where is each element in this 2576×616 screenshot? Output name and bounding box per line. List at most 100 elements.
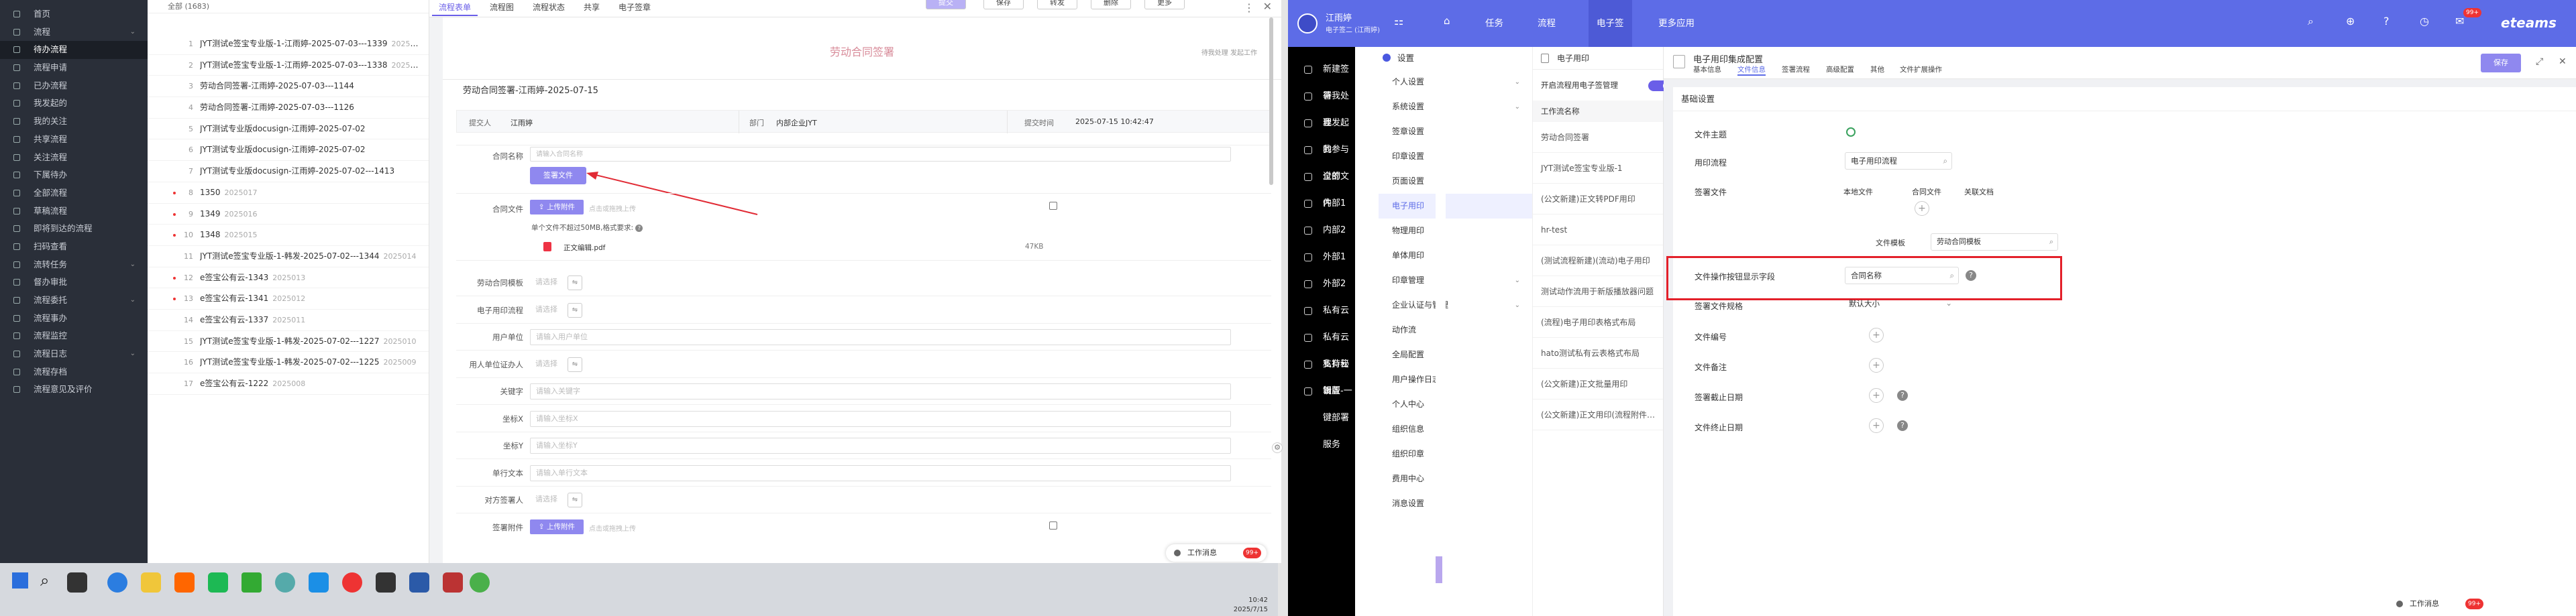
list-item[interactable]: 14 e签宝公有云-1337 2025011 [148, 310, 429, 331]
field-input[interactable]: 请输入用户单位 [530, 329, 1231, 345]
field-input[interactable]: 请输入坐标X [530, 410, 1231, 427]
field-input[interactable]: 请选择 [530, 492, 570, 508]
app-icon-1[interactable] [67, 572, 87, 593]
list-item[interactable]: 6 JYT测试专业版docusign-江雨婷-2025-07-02 [148, 139, 429, 162]
esign-menu-item[interactable]: 设置 [1288, 378, 1355, 405]
workflow-item[interactable]: (公文新建)正文批量用印 [1533, 369, 1663, 399]
form-tab[interactable]: 流程图 [483, 0, 521, 15]
collapse-handle[interactable] [1436, 556, 1442, 583]
settings-menu-item[interactable]: 印章管理 ⌄ [1379, 268, 1532, 293]
app-icon-orange[interactable] [174, 572, 195, 593]
nav-item[interactable]: 流程 ⌄ [0, 23, 148, 42]
settings-menu-item[interactable]: 单体用印 [1379, 243, 1532, 268]
add-button[interactable]: + [1869, 328, 1884, 343]
header-nav-item[interactable]: 流程 [1529, 0, 1564, 47]
esign-menu-item[interactable]: 内部2 [1288, 217, 1355, 244]
settings-float-icon[interactable]: ⚙ [1272, 442, 1283, 453]
nav-item[interactable]: 督办审批 [0, 273, 148, 292]
field-input[interactable]: 请选择 [530, 356, 570, 373]
app-icon-blue[interactable] [309, 572, 329, 593]
config-tab[interactable]: 签署流程 [1782, 64, 1810, 74]
nav-item[interactable]: 流程监控 [0, 327, 148, 345]
settings-menu-item[interactable]: 用户操作日志 [1379, 367, 1532, 392]
row-title[interactable]: e签宝公有云-1341 2025012 [200, 288, 422, 310]
attached-file-name[interactable]: 正文编辑.pdf [564, 243, 605, 253]
app-icon-dark-red[interactable] [443, 572, 463, 593]
row-title[interactable]: JYT测试专业版docusign-江雨婷-2025-07-02 [200, 139, 422, 161]
help-icon[interactable]: ? [1966, 270, 1976, 281]
form-tab[interactable]: 流程状态 [526, 0, 572, 15]
list-item[interactable]: 2 JYT测试e签宝专业版-1-江雨婷-2025-07-03---1338 2025… [148, 55, 429, 76]
save-button[interactable]: 保存 [2481, 54, 2521, 72]
row-title[interactable]: JYT测试专业版docusign-江雨婷-2025-07-02---1413 [200, 161, 422, 182]
list-item[interactable]: 10 1348 2025015 [148, 225, 429, 246]
work-message-button[interactable]: 工作消息 99+ [1166, 544, 1267, 562]
browse-icon[interactable]: ⇋ [568, 275, 582, 290]
browse-icon[interactable]: ⇋ [568, 357, 582, 372]
folder-icon[interactable] [141, 572, 161, 593]
settings-menu-item[interactable]: 电子用印 [1379, 194, 1532, 219]
flow-select[interactable]: 电子用印流程 ⌕ [1845, 152, 1952, 170]
spec-select[interactable]: 默认大小 ⌄ [1849, 298, 1956, 309]
workflow-item[interactable]: 测试动作流用于新版播放器问题 [1533, 276, 1663, 307]
row-title[interactable]: 劳动合同签署-江雨婷-2025-07-03---1144 [200, 76, 422, 97]
list-item[interactable]: 9 1349 2025016 [148, 204, 429, 225]
list-item[interactable]: 5 JYT测试专业版docusign-江雨婷-2025-07-02 [148, 119, 429, 140]
clock-icon[interactable]: ◷ [2420, 15, 2429, 27]
settings-menu-item[interactable]: 费用中心 [1379, 467, 1532, 491]
list-item[interactable]: 13 e签宝公有云-1341 2025012 [148, 288, 429, 310]
edge-icon[interactable] [107, 572, 127, 593]
toolbar-button[interactable]: 更多 [1144, 0, 1185, 9]
workflow-item[interactable]: (公文新建)正文用印(流程附件转正文附件) [1533, 399, 1663, 430]
start-icon[interactable] [12, 572, 28, 589]
settings-menu-item[interactable]: 个人中心 [1379, 392, 1532, 417]
esign-menu-item[interactable]: 新建签署 [1288, 56, 1355, 101]
nav-item[interactable]: 关注流程 [0, 149, 148, 167]
workflow-item[interactable]: (流程)电子用印表格式布局 [1533, 307, 1663, 338]
form-link[interactable]: 待我处理 发起工作 [1201, 47, 1257, 57]
tree-icon[interactable]: ⋮ [1244, 1, 1254, 14]
browse-icon[interactable]: ⇋ [568, 302, 582, 318]
workflow-item[interactable]: JYT测试e签宝专业版-1 [1533, 153, 1663, 184]
esign-menu-item[interactable]: 外部1 [1288, 244, 1355, 271]
row-title[interactable]: JYT测试e签宝专业版-1-韩发-2025-07-02---1225 202500… [200, 352, 422, 373]
menu-grid-icon[interactable]: ⚏ [1394, 15, 1403, 27]
list-item[interactable]: 16 JYT测试e签宝专业版-1-韩发-2025-07-02---1225 2025… [148, 352, 429, 373]
app-icon-green[interactable] [241, 572, 262, 593]
list-item[interactable]: 8 1350 2025017 [148, 182, 429, 204]
settings-menu-item[interactable]: 印章设置 [1379, 144, 1532, 169]
settings-menu-item[interactable]: 签章设置 [1379, 119, 1532, 144]
nav-item[interactable]: 流转任务 ⌄ [0, 256, 148, 274]
nav-item[interactable]: 草稿流程 [0, 202, 148, 221]
settings-menu-item[interactable]: 物理用印 [1379, 219, 1532, 243]
esign-menu-item[interactable]: 内部1 [1288, 190, 1355, 217]
app-icon-red[interactable] [342, 572, 362, 593]
workflow-item[interactable]: hato测试私有云表格式布局 [1533, 338, 1663, 369]
row-title[interactable]: 1348 2025015 [200, 225, 422, 246]
row-title[interactable]: JYT测试e签宝专业版-1-江雨婷-2025-07-03---1339 20250… [200, 34, 422, 55]
form-tab[interactable]: 电子签章 [612, 0, 657, 15]
nav-item[interactable]: 流程申请 [0, 59, 148, 77]
esign-menu-item[interactable]: 私有云支持秘钥 [1288, 324, 1355, 396]
row-title[interactable]: e签宝公有云-1222 2025008 [200, 373, 422, 395]
company-name[interactable]: 江雨婷 [1326, 11, 1352, 23]
nav-item[interactable]: 流程日志 ⌄ [0, 345, 148, 363]
list-filter[interactable]: 全部 (1683) [148, 0, 429, 13]
settings-menu-item[interactable]: 页面设置 [1379, 169, 1532, 194]
config-tab[interactable]: 高级配置 [1826, 64, 1854, 74]
nav-item[interactable]: 流程存档 [0, 363, 148, 381]
workflow-item[interactable]: (公文新建)正文转PDF用印 [1533, 184, 1663, 214]
row-title[interactable]: 劳动合同签署-江雨婷-2025-07-03---1126 [200, 97, 422, 119]
esign-menu-item[interactable]: 全部文件 [1288, 164, 1355, 208]
home-icon[interactable]: ⌂ [1444, 15, 1450, 27]
config-tab[interactable]: 文件扩展操作 [1900, 64, 1942, 74]
expand-icon[interactable]: ⤢ [2536, 56, 2543, 67]
row-title[interactable]: JYT测试e签宝专业版-1-韩发-2025-07-02---1344 202501… [200, 246, 422, 267]
workflow-item[interactable]: hr-test [1533, 214, 1663, 245]
row-title[interactable]: 1349 2025016 [200, 204, 422, 225]
settings-menu-item[interactable]: 全局配置 [1379, 343, 1532, 367]
contract-name-input[interactable]: 请输入合同名称 [530, 147, 1231, 162]
sign-file-button[interactable]: 签署文件 [530, 167, 586, 184]
help-icon[interactable]: ? [1897, 420, 1908, 431]
nav-item[interactable]: 流程意见及评价 [0, 381, 148, 399]
